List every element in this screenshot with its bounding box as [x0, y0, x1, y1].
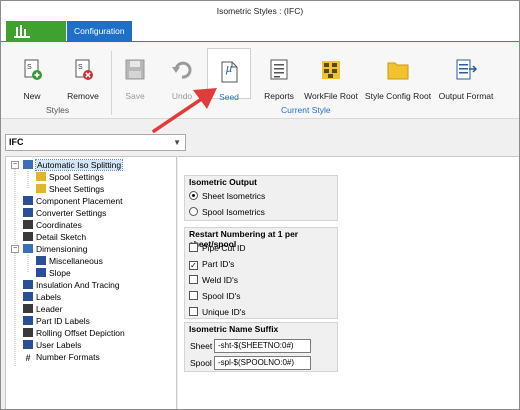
output-format-button[interactable]: Output Format: [435, 47, 497, 101]
pipe-cut-id-checkbox[interactable]: Pipe Cut ID: [189, 242, 245, 254]
sheet-suffix-input[interactable]: -sht-$(SHEETNO:0#): [214, 339, 311, 353]
reports-button[interactable]: Reports: [259, 47, 299, 101]
checkmark-icon: ✓: [189, 261, 198, 270]
remove-button[interactable]: S Remove: [61, 47, 105, 101]
leader-icon: [23, 304, 33, 313]
folder-icon: [387, 62, 409, 80]
isometric-output-group: Isometric Output Sheet Isometrics Spool …: [184, 175, 338, 221]
app-menu-tab[interactable]: [6, 21, 66, 42]
remove-label: Remove: [67, 91, 99, 101]
svg-text:S: S: [78, 64, 83, 71]
svg-text:S: S: [27, 64, 32, 71]
workfile-root-label: WorkFile Root: [304, 91, 358, 101]
isometric-styles-window: Isometric Styles : (IFC) Configuration S…: [0, 0, 520, 410]
tree-item-sheet-settings[interactable]: Sheet Settings: [36, 183, 104, 195]
undo-icon: [172, 61, 192, 79]
ribbon: S New S Remove Styles Save Undo µ Seed R…: [1, 43, 519, 119]
spool-icon: [36, 172, 46, 181]
weld-ids-checkbox[interactable]: Weld ID's: [189, 274, 238, 286]
plant-logo-icon: [14, 25, 30, 38]
tree-item-converter-settings[interactable]: Converter Settings: [23, 207, 106, 219]
tree-item-coordinates[interactable]: Coordinates: [23, 219, 82, 231]
style-select[interactable]: IFC ▼: [5, 134, 186, 151]
misc-icon: [36, 256, 46, 265]
save-label: Save: [125, 91, 145, 101]
sheet-isometrics-radio[interactable]: Sheet Isometrics: [189, 190, 265, 202]
slope-icon: [36, 268, 46, 277]
hash-icon: #: [25, 353, 31, 363]
style-config-root-label: Style Config Root: [364, 91, 432, 101]
settings-tree: − − Automatic Iso Splitting Spool Settin…: [5, 156, 177, 409]
ribbon-tab-strip: Configuration: [1, 21, 519, 42]
style-config-root-button[interactable]: Style Config Root: [363, 47, 433, 101]
annotation-arrow-icon: [152, 88, 217, 133]
tree-item-spool-settings[interactable]: Spool Settings: [36, 171, 104, 183]
remove-style-icon: S: [75, 59, 93, 80]
group-separator: [111, 51, 112, 115]
tab-configuration[interactable]: Configuration: [67, 21, 132, 42]
tree-item-leader[interactable]: Leader: [23, 303, 62, 315]
tree-item-slope[interactable]: Slope: [36, 267, 71, 279]
new-button[interactable]: S New: [11, 47, 53, 101]
output-format-label: Output Format: [438, 91, 494, 101]
save-button[interactable]: Save: [117, 47, 153, 101]
partid-icon: [23, 316, 33, 325]
tree-collapse-toggle[interactable]: −: [11, 245, 19, 253]
reports-label: Reports: [264, 91, 294, 101]
rolling-icon: [23, 328, 33, 337]
unique-ids-checkbox[interactable]: Unique ID's: [189, 306, 246, 318]
tree-item-miscellaneous[interactable]: Miscellaneous: [36, 255, 103, 267]
sheet-suffix-label: Sheet: [190, 341, 213, 351]
tree-collapse-toggle[interactable]: −: [11, 161, 19, 169]
tree-item-rolling-offset-depiction[interactable]: Rolling Offset Depiction: [23, 327, 125, 339]
restart-numbering-group: Restart Numbering at 1 per sheet/spool P…: [184, 227, 338, 319]
output-format-icon: [456, 59, 478, 80]
tree-item-insulation-and-tracing[interactable]: Insulation And Tracing: [23, 279, 120, 291]
dimension-icon: [23, 244, 33, 253]
name-suffix-group: Isometric Name Suffix Sheet -sht-$(SHEET…: [184, 322, 338, 372]
insulation-icon: [23, 280, 33, 289]
tree-item-labels[interactable]: Labels: [23, 291, 61, 303]
spool-suffix-label: Spool: [190, 358, 212, 368]
spool-suffix-input[interactable]: -spl-$(SPOOLNO:0#): [214, 356, 311, 370]
tree-item-detail-sketch[interactable]: Detail Sketch: [23, 231, 86, 243]
workfile-root-button[interactable]: WorkFile Root: [301, 47, 361, 101]
tree-item-user-labels[interactable]: User Labels: [23, 339, 81, 351]
tree-item-number-formats[interactable]: # Number Formats: [23, 351, 99, 363]
tree-item-automatic-iso-splitting[interactable]: Automatic Iso Splitting: [23, 159, 124, 171]
component-icon: [23, 196, 33, 205]
group-label-styles: Styles: [46, 105, 70, 115]
new-label: New: [23, 91, 41, 101]
window-title: Isometric Styles : (IFC): [1, 1, 519, 21]
settings-pane: Isometric Output Sheet Isometrics Spool …: [178, 156, 519, 409]
isometric-output-title: Isometric Output: [189, 177, 258, 187]
coordinates-icon: [23, 220, 33, 229]
userlabel-icon: [23, 340, 33, 349]
spool-isometrics-radio[interactable]: Spool Isometrics: [189, 206, 265, 218]
style-select-value: IFC: [9, 137, 24, 147]
tree-item-component-placement[interactable]: Component Placement: [23, 195, 122, 207]
chevron-down-icon: ▼: [173, 138, 181, 147]
detail-icon: [23, 232, 33, 241]
part-ids-checkbox[interactable]: ✓ Part ID's: [189, 258, 234, 270]
workfile-root-icon: [322, 61, 340, 79]
name-suffix-title: Isometric Name Suffix: [189, 324, 279, 334]
spool-ids-checkbox[interactable]: Spool ID's: [189, 290, 240, 302]
tree-item-part-id-labels[interactable]: Part ID Labels: [23, 315, 90, 327]
split-icon: [23, 160, 33, 169]
new-style-icon: S: [24, 59, 42, 80]
save-icon: [125, 59, 145, 80]
sheet-icon: [36, 184, 46, 193]
reports-icon: [270, 59, 288, 80]
tree-item-dimensioning[interactable]: Dimensioning: [23, 243, 88, 255]
group-label-current-style: Current Style: [281, 105, 331, 115]
seed-glyph: µ: [225, 63, 233, 75]
converter-icon: [23, 208, 33, 217]
labels-icon: [23, 292, 33, 301]
